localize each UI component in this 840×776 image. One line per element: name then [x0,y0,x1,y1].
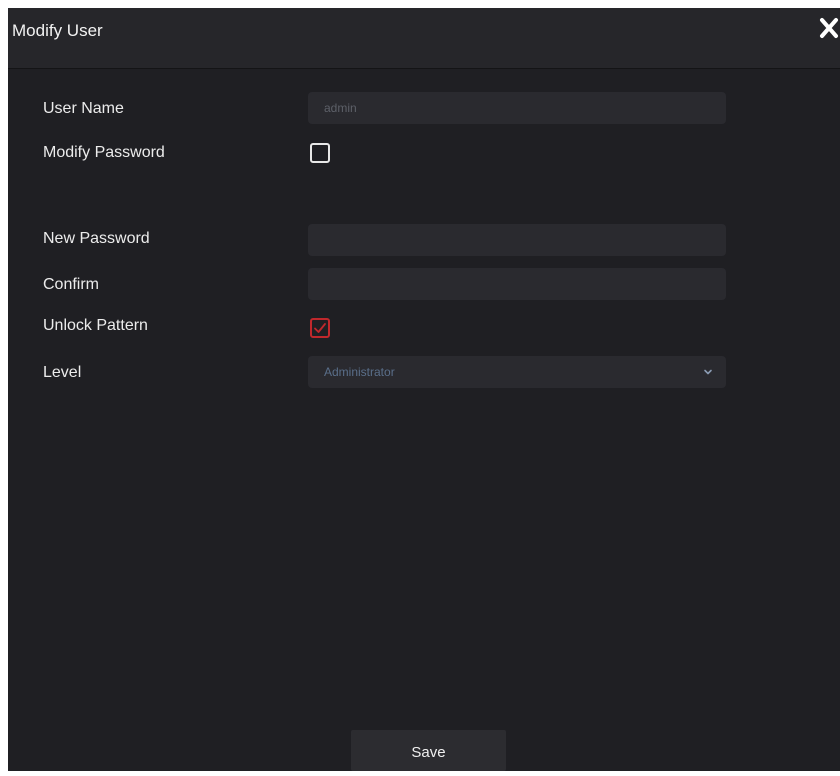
user-name-label: User Name [43,100,124,117]
title-bar: Modify User [8,8,840,69]
modify-user-dialog: Modify User User Name admin Modify Passw… [8,8,840,771]
close-icon [820,18,838,38]
modify-password-checkbox[interactable] [310,143,330,163]
user-name-field[interactable]: admin [308,92,726,124]
level-label: Level [43,364,82,381]
modify-password-label: Modify Password [43,144,165,161]
confirm-label: Confirm [43,276,100,293]
new-password-label: New Password [43,230,150,247]
checkmark-icon [314,323,326,333]
unlock-pattern-label: Unlock Pattern [43,317,148,334]
level-selected-value: Administrator [324,365,395,379]
chevron-down-icon [704,369,712,375]
close-button[interactable] [818,16,840,40]
save-button[interactable]: Save [351,730,506,771]
level-select[interactable]: Administrator [308,356,726,388]
dialog-title: Modify User [12,21,103,40]
new-password-field[interactable] [308,224,726,256]
confirm-password-field[interactable] [308,268,726,300]
unlock-pattern-checkbox[interactable] [310,318,330,338]
